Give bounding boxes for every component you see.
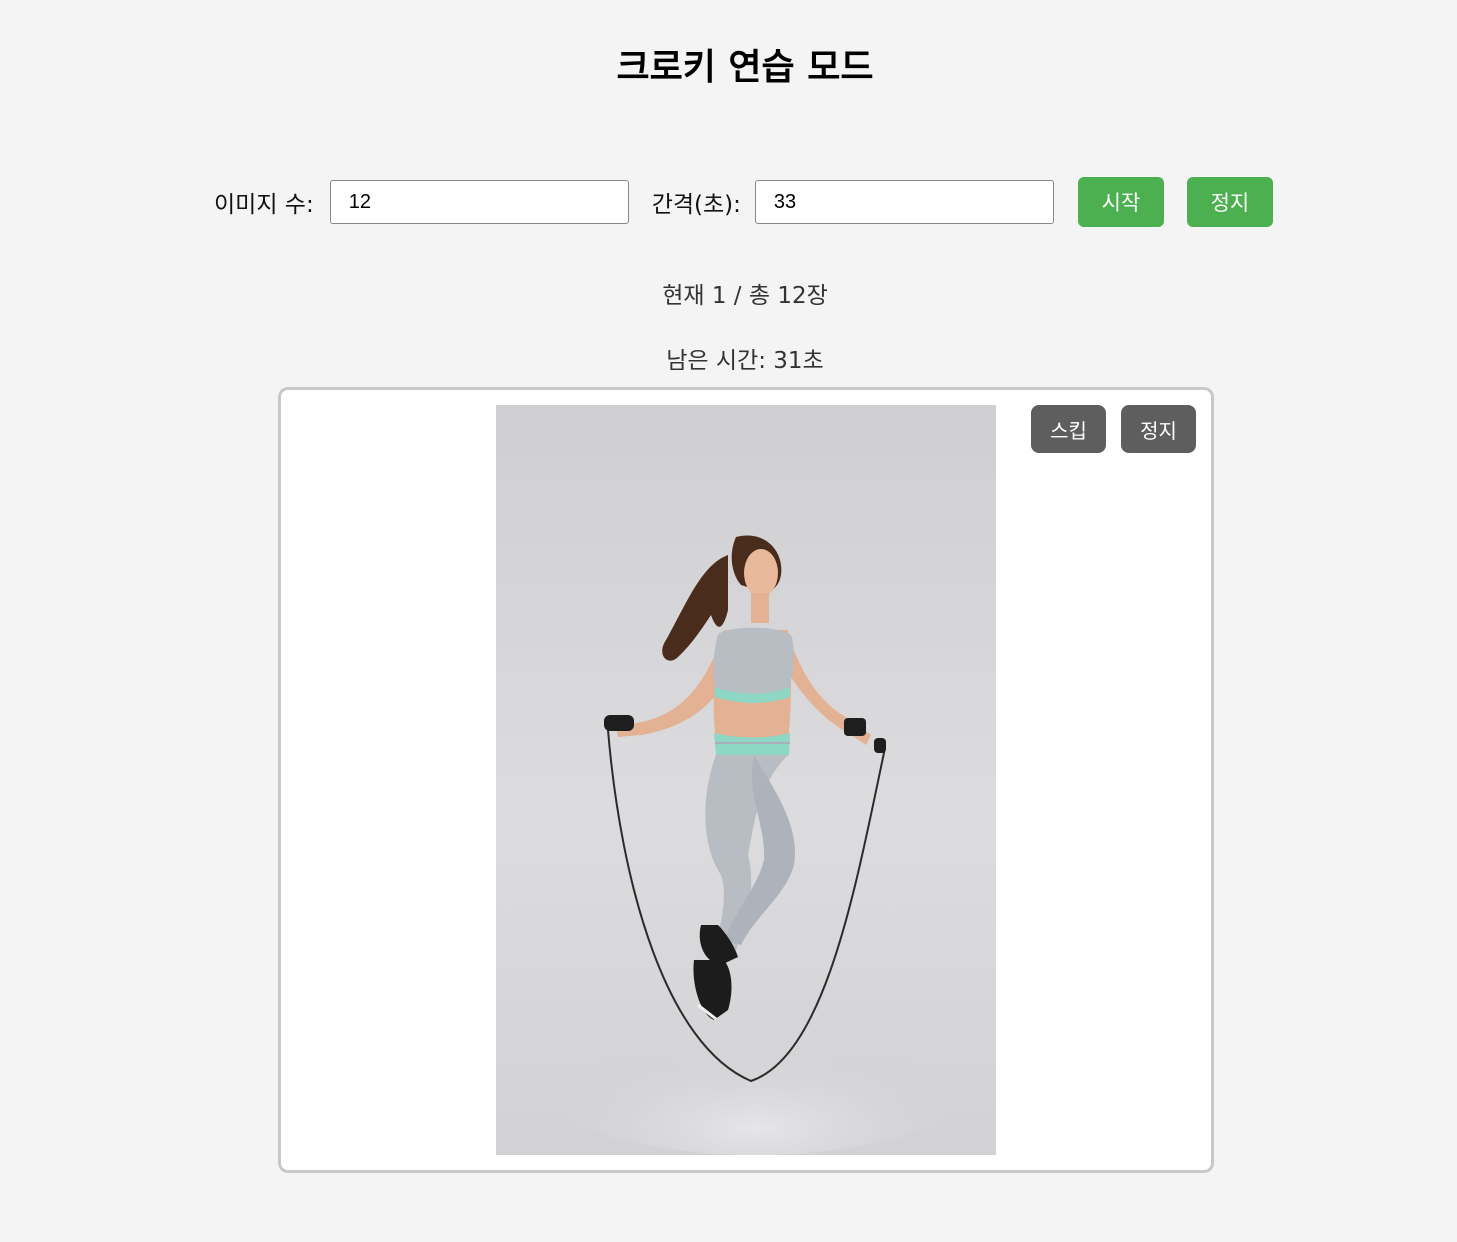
progress-text: 현재 1 / 총 12장	[662, 283, 828, 309]
image-count-label: 이미지 수:	[214, 192, 314, 218]
interval-label: 간격(초):	[651, 192, 741, 218]
image-count-input[interactable]	[329, 180, 629, 224]
settings-bar: 이미지 수: 간격(초): 시작 정지	[214, 177, 1273, 227]
page-title: 크로키 연습 모드	[616, 47, 874, 88]
image-viewer: 스킵 정지	[278, 387, 1214, 1173]
viewer-stop-button[interactable]: 정지	[1121, 405, 1196, 453]
reference-photo	[496, 405, 996, 1155]
remaining-time-text: 남은 시간: 31초	[666, 348, 824, 374]
skip-button[interactable]: 스킵	[1031, 405, 1106, 453]
interval-input[interactable]	[754, 180, 1054, 224]
stop-button[interactable]: 정지	[1186, 177, 1273, 227]
start-button[interactable]: 시작	[1077, 177, 1164, 227]
